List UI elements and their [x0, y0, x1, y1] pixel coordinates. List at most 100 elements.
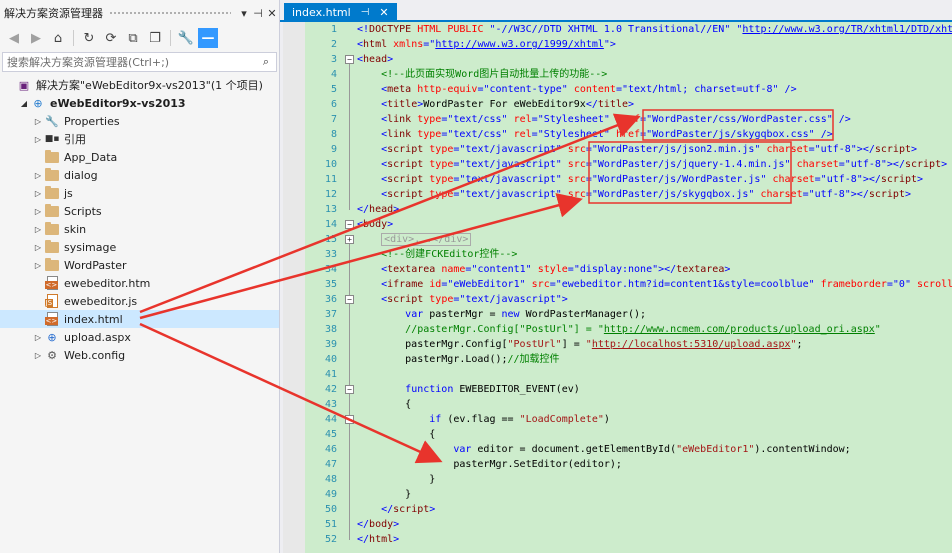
tab-index-html[interactable]: index.html ⊣ ✕ [284, 3, 397, 22]
code-line: } [357, 474, 436, 485]
line-number: 15 [324, 234, 337, 245]
forward-icon[interactable]: ▶ [26, 28, 46, 48]
code-line: <script type="text/javascript" src="Word… [381, 159, 948, 170]
tree-item[interactable]: ▷ Scripts [0, 202, 279, 220]
code-line: <!--创建FCKEditor控件--> [381, 249, 518, 260]
tree-item[interactable]: ▷ WordPaster [0, 256, 279, 274]
tree-item-label: 解决方案"eWebEditor9x-vs2013"(1 个项目) [36, 79, 263, 92]
tab-close-icon[interactable]: ✕ [379, 6, 388, 19]
pin-icon[interactable]: ⊣ [251, 7, 265, 20]
expand-arrow-icon[interactable]: ▷ [32, 333, 44, 342]
tree-item[interactable]: ▷ js [0, 184, 279, 202]
sync-icon[interactable]: ⟳ [101, 28, 121, 48]
folder-icon [44, 167, 60, 182]
code-line: pasterMgr.SetEditor(editor); [357, 459, 622, 470]
tree-item[interactable]: ▷ ⊕ upload.aspx [0, 328, 279, 346]
fold-toggle-icon[interactable]: + [345, 235, 354, 244]
indicator-margin [283, 22, 305, 553]
tree-item[interactable]: ▷ dialog [0, 166, 279, 184]
solution-explorer-panel: 解决方案资源管理器 ▾ ⊣ ✕ ◀ ▶ ⌂ ↻ ⟳ ⧉ ❐ 🔧 — ⌕ ▣ 解决方… [0, 0, 280, 553]
drag-grip[interactable] [109, 10, 231, 16]
expand-arrow-icon[interactable]: ▷ [32, 189, 44, 198]
expand-arrow-icon[interactable]: ◢ [18, 99, 30, 108]
code-line: <link type="text/css" rel="Stylesheet" h… [381, 114, 851, 125]
dropdown-icon[interactable]: ▾ [237, 7, 251, 20]
tree-item[interactable]: <> ewebeditor.htm [0, 274, 279, 292]
tree-item[interactable]: ▷ 🔧 Properties [0, 112, 279, 130]
html-file-icon: <> [44, 276, 60, 290]
line-number: 51 [324, 519, 337, 530]
expand-arrow-icon[interactable]: ▷ [32, 135, 44, 144]
tree-item[interactable]: ▣ 解决方案"eWebEditor9x-vs2013"(1 个项目) [0, 76, 279, 94]
search-icon[interactable]: ⌕ [256, 55, 276, 69]
code-line: } [357, 489, 412, 500]
line-number: 34 [324, 264, 337, 275]
line-number: 46 [324, 444, 337, 455]
js-file-icon: JS [44, 294, 60, 308]
search-input[interactable] [7, 55, 256, 69]
tree-item[interactable]: App_Data [0, 148, 279, 166]
code-editor[interactable]: 1 2 3 4 5 6 7 8 9 10 11 12 13 14 15 33 34 35 36 37 38 39 40 41 4… [283, 22, 952, 553]
line-number: 6 [330, 99, 337, 110]
tree-item-label: WordPaster [64, 258, 127, 272]
line-number: 33 [324, 249, 337, 260]
folder-icon [44, 257, 60, 272]
tree-item[interactable]: ◢ ⊕ eWebEditor9x-vs2013 [0, 94, 279, 112]
close-icon[interactable]: ✕ [265, 7, 279, 20]
tree-item[interactable]: JS ewebeditor.js [0, 292, 279, 310]
expand-arrow-icon[interactable]: ▷ [32, 261, 44, 270]
line-number: 42 [324, 384, 337, 395]
tab-pin-icon[interactable]: ⊣ [361, 7, 370, 18]
tree-item-label: dialog [64, 168, 98, 182]
history-icon[interactable]: ↻ [79, 28, 99, 48]
line-number-gutter: 1 2 3 4 5 6 7 8 9 10 11 12 13 14 15 33 34 35 36 37 38 39 40 41 4… [305, 22, 339, 547]
folder-icon [44, 221, 60, 236]
line-number: 1 [330, 24, 337, 35]
tree-item-label: js [64, 186, 73, 200]
line-number: 38 [324, 324, 337, 335]
code-line: <script type="text/javascript" src="Word… [381, 174, 924, 185]
back-icon[interactable]: ◀ [4, 28, 24, 48]
expand-arrow-icon[interactable]: ▷ [32, 225, 44, 234]
fold-toggle-icon[interactable]: − [345, 295, 354, 304]
panel-toolbar: ◀ ▶ ⌂ ↻ ⟳ ⧉ ❐ 🔧 — [0, 26, 279, 50]
line-number: 10 [324, 159, 337, 170]
expand-arrow-icon[interactable]: ▷ [32, 351, 44, 360]
code-line: <script type="text/javascript"> [381, 294, 568, 305]
solution-icon: ▣ [18, 78, 30, 92]
code-line: function EWEBEDITOR_EVENT(ev) [405, 384, 580, 395]
expand-arrow-icon[interactable]: ▷ [32, 207, 44, 216]
collapse-all-icon[interactable]: ⧉ [123, 28, 143, 48]
expand-arrow-icon[interactable]: ▷ [32, 117, 44, 126]
fold-toggle-icon[interactable]: − [345, 385, 354, 394]
code-line: <link type="text/css" rel="Stylesheet" h… [381, 129, 833, 140]
home-icon[interactable]: ⌂ [48, 28, 68, 48]
tree-item-label: sysimage [64, 240, 117, 254]
expand-arrow-icon[interactable]: ▷ [32, 171, 44, 180]
aspx-file-icon: ⊕ [47, 330, 57, 344]
show-all-files-icon[interactable]: ❐ [145, 28, 165, 48]
fold-toggle-icon[interactable]: − [345, 415, 354, 424]
tree-item[interactable]: ▷ skin [0, 220, 279, 238]
tree-item[interactable]: ▷ ■▪ 引用 [0, 130, 279, 148]
code-line: <iframe id="eWebEditor1" src="ewebeditor… [381, 279, 952, 290]
line-number: 36 [324, 294, 337, 305]
line-number: 2 [330, 39, 337, 50]
code-lines[interactable]: <!DOCTYPE HTML PUBLIC "-//W3C//DTD XHTML… [357, 22, 952, 547]
code-line: </script> [381, 504, 436, 515]
fold-toggle-icon[interactable]: − [345, 220, 354, 229]
tree-item[interactable]: ▷ ⚙ Web.config [0, 346, 279, 364]
tree-item[interactable]: ▷ sysimage [0, 238, 279, 256]
code-area[interactable]: 1 2 3 4 5 6 7 8 9 10 11 12 13 14 15 33 34 35 36 37 38 39 40 41 4… [305, 22, 952, 553]
solution-tree: ▣ 解决方案"eWebEditor9x-vs2013"(1 个项目) ◢ ⊕ eWebE… [0, 76, 279, 364]
properties-wrench-icon[interactable]: 🔧 [176, 28, 196, 48]
preview-toggle-icon[interactable]: — [198, 28, 218, 48]
line-number: 39 [324, 339, 337, 350]
panel-title-bar: 解决方案资源管理器 ▾ ⊣ ✕ [0, 0, 279, 26]
expand-arrow-icon[interactable]: ▷ [32, 243, 44, 252]
tree-item[interactable]: <> index.html [0, 310, 279, 328]
tree-item-label: Scripts [64, 204, 102, 218]
fold-toggle-icon[interactable]: − [345, 55, 354, 64]
line-number: 9 [330, 144, 337, 155]
